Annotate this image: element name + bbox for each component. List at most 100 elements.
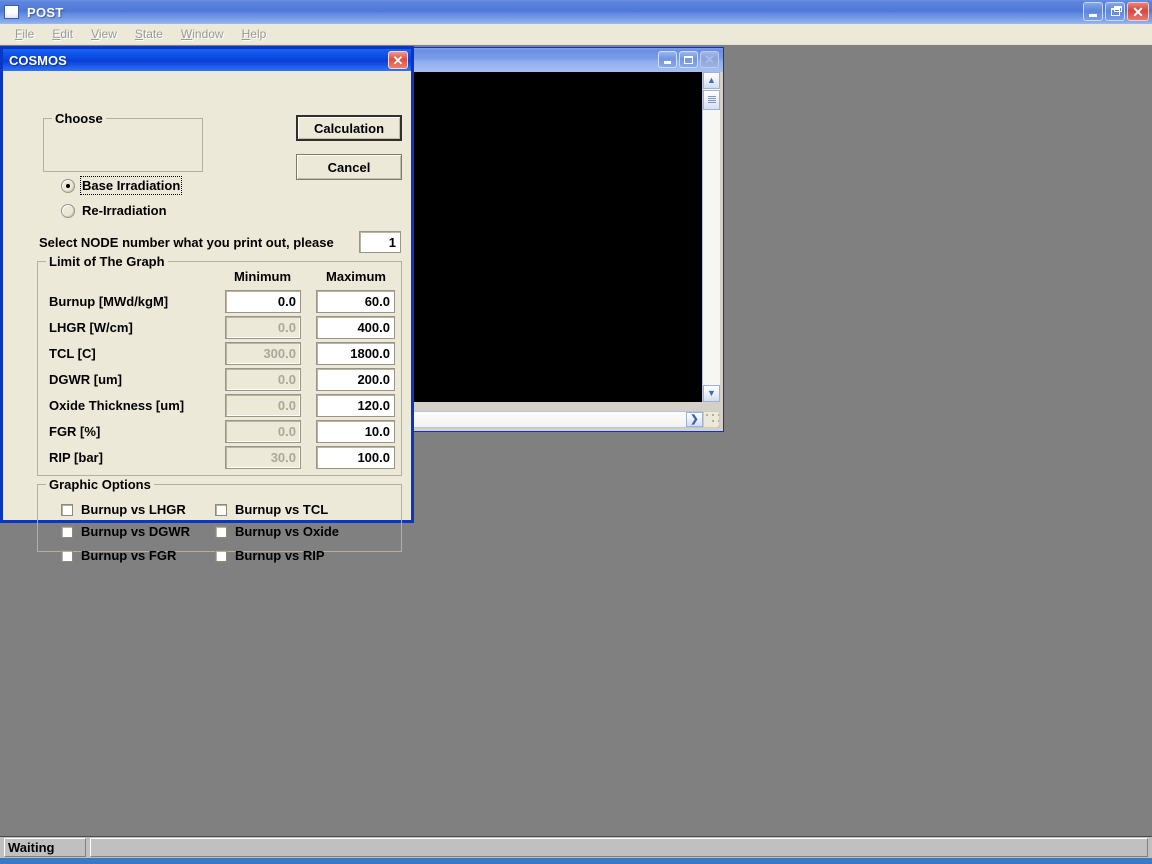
- menu-help[interactable]: Help: [233, 25, 276, 43]
- min-input-burnup[interactable]: 0.0: [225, 290, 301, 313]
- dialog-titlebar: COSMOS ✕: [3, 49, 411, 71]
- statusbar: Waiting: [0, 836, 1152, 858]
- close-icon: ✕: [392, 52, 404, 68]
- radio-selected-icon: [61, 178, 75, 193]
- child-minimize-button[interactable]: [658, 51, 677, 68]
- maximize-icon: [684, 55, 693, 64]
- radio-re-irradiation[interactable]: Re-Irradiation: [61, 203, 167, 218]
- row-label-burnup: Burnup [MWd/kgM]: [49, 294, 169, 309]
- max-input-lhgr[interactable]: 400.0: [316, 316, 395, 339]
- vertical-scrollbar[interactable]: ▲ ▼: [702, 72, 720, 402]
- min-input-rip: 30.0: [225, 446, 301, 469]
- menu-edit[interactable]: Edit: [43, 25, 82, 43]
- child-titlebar: ✕: [409, 48, 723, 73]
- menu-state[interactable]: State: [126, 25, 172, 43]
- restore-icon: [1110, 5, 1122, 16]
- app-window-icon: [4, 5, 19, 19]
- calculation-button[interactable]: Calculation: [296, 115, 402, 141]
- horizontal-scrollbar[interactable]: ❯: [413, 411, 704, 428]
- plot-canvas: [413, 72, 704, 402]
- child-maximize-button[interactable]: [679, 51, 698, 68]
- min-input-lhgr: 0.0: [225, 316, 301, 339]
- choose-groupbox: Choose: [43, 111, 203, 172]
- checkbox-burnup-vs-fgr-label: Burnup vs FGR: [81, 548, 177, 563]
- radio-re-irradiation-label: Re-Irradiation: [82, 203, 167, 218]
- app-minimize-button[interactable]: [1083, 2, 1103, 21]
- mdi-client-area: ✕ ▲ ▼ ❯ COSMOS ✕ Choose Base Irradiation…: [0, 45, 1152, 832]
- app-close-button[interactable]: ✕: [1127, 2, 1149, 21]
- scroll-up-icon[interactable]: ▲: [703, 72, 720, 89]
- minimize-icon: [664, 61, 671, 64]
- dialog-body: Choose Base Irradiation Re-Irradiation C…: [3, 71, 411, 563]
- vertical-scroll-thumb[interactable]: [703, 90, 720, 110]
- cancel-button[interactable]: Cancel: [296, 154, 402, 180]
- taskbar-strip: [0, 858, 1152, 864]
- graphic-options-legend: Graphic Options: [46, 477, 154, 492]
- radio-base-irradiation[interactable]: Base Irradiation: [61, 176, 183, 195]
- checkbox-burnup-vs-rip-label: Burnup vs RIP: [235, 548, 325, 563]
- close-icon: ✕: [704, 52, 715, 67]
- checkbox-burnup-vs-lhgr[interactable]: Burnup vs LHGR: [61, 502, 186, 517]
- cosmos-dialog: COSMOS ✕ Choose Base Irradiation Re-Irra…: [0, 46, 414, 563]
- close-icon: ✕: [1132, 3, 1144, 20]
- checkbox-burnup-vs-dgwr-label: Burnup vs DGWR: [81, 524, 191, 539]
- radio-base-irradiation-label: Base Irradiation: [79, 176, 183, 195]
- max-input-dgwr[interactable]: 200.0: [316, 368, 395, 391]
- checkbox-burnup-vs-tcl-label: Burnup vs TCL: [235, 502, 329, 517]
- max-input-fgr[interactable]: 10.0: [316, 420, 395, 443]
- max-input-tcl[interactable]: 1800.0: [316, 342, 395, 365]
- node-number-input[interactable]: 1: [359, 231, 401, 253]
- checkbox-unchecked-icon: [215, 503, 227, 516]
- window-size-grip[interactable]: [703, 411, 720, 428]
- app-titlebar-buttons: ✕: [1083, 2, 1149, 21]
- checkbox-unchecked-icon: [215, 549, 227, 562]
- app-title: POST: [27, 4, 64, 20]
- graphic-options-groupbox: Graphic Options: [37, 477, 402, 552]
- app-restore-button[interactable]: [1105, 2, 1125, 21]
- child-window-body: ▲ ▼ ❯: [409, 72, 723, 431]
- row-label-tcl: TCL [C]: [49, 346, 96, 361]
- min-input-tcl: 300.0: [225, 342, 301, 365]
- dialog-close-button[interactable]: ✕: [388, 51, 408, 69]
- minimize-icon: [1089, 13, 1097, 17]
- checkbox-burnup-vs-dgwr[interactable]: Burnup vs DGWR: [61, 524, 190, 539]
- mdi-child-window[interactable]: ✕ ▲ ▼ ❯: [408, 47, 724, 432]
- menu-file[interactable]: File: [6, 25, 43, 43]
- dialog-title: COSMOS: [9, 52, 67, 68]
- row-label-rip: RIP [bar]: [49, 450, 103, 465]
- child-close-button: ✕: [700, 51, 719, 68]
- choose-group-legend: Choose: [52, 111, 106, 126]
- maximum-column-header: Maximum: [326, 269, 386, 284]
- max-input-oxide-thickness[interactable]: 120.0: [316, 394, 395, 417]
- checkbox-unchecked-icon: [61, 503, 73, 516]
- radio-unselected-icon: [61, 203, 75, 218]
- app-titlebar: POST ✕: [0, 0, 1152, 24]
- scroll-thumb-grip: [707, 96, 716, 104]
- max-input-burnup[interactable]: 60.0: [316, 290, 395, 313]
- checkbox-unchecked-icon: [61, 525, 73, 538]
- application-root: POST ✕ File Edit View State Window Help: [0, 0, 1152, 864]
- scroll-down-icon[interactable]: ▼: [703, 385, 720, 402]
- row-label-lhgr: LHGR [W/cm]: [49, 320, 133, 335]
- min-input-dgwr: 0.0: [225, 368, 301, 391]
- status-panel-secondary: [90, 838, 1148, 857]
- scroll-right-icon[interactable]: ❯: [686, 412, 703, 427]
- child-titlebar-buttons: ✕: [658, 51, 719, 68]
- checkbox-burnup-vs-rip[interactable]: Burnup vs RIP: [215, 548, 325, 563]
- radio-dot: [66, 183, 70, 188]
- checkbox-burnup-vs-fgr[interactable]: Burnup vs FGR: [61, 548, 176, 563]
- menu-view[interactable]: View: [82, 25, 126, 43]
- menubar: File Edit View State Window Help: [0, 24, 1152, 45]
- checkbox-unchecked-icon: [215, 525, 227, 538]
- checkbox-burnup-vs-oxide-label: Burnup vs Oxide: [235, 524, 340, 539]
- checkbox-burnup-vs-lhgr-label: Burnup vs LHGR: [81, 502, 186, 517]
- checkbox-unchecked-icon: [61, 549, 73, 562]
- node-number-label: Select NODE number what you print out, p…: [39, 235, 334, 250]
- menu-window[interactable]: Window: [172, 25, 233, 43]
- row-label-dgwr: DGWR [um]: [49, 372, 122, 387]
- max-input-rip[interactable]: 100.0: [316, 446, 395, 469]
- row-label-fgr: FGR [%]: [49, 424, 101, 439]
- row-label-oxide-thickness: Oxide Thickness [um]: [49, 398, 185, 413]
- checkbox-burnup-vs-tcl[interactable]: Burnup vs TCL: [215, 502, 328, 517]
- checkbox-burnup-vs-oxide[interactable]: Burnup vs Oxide: [215, 524, 339, 539]
